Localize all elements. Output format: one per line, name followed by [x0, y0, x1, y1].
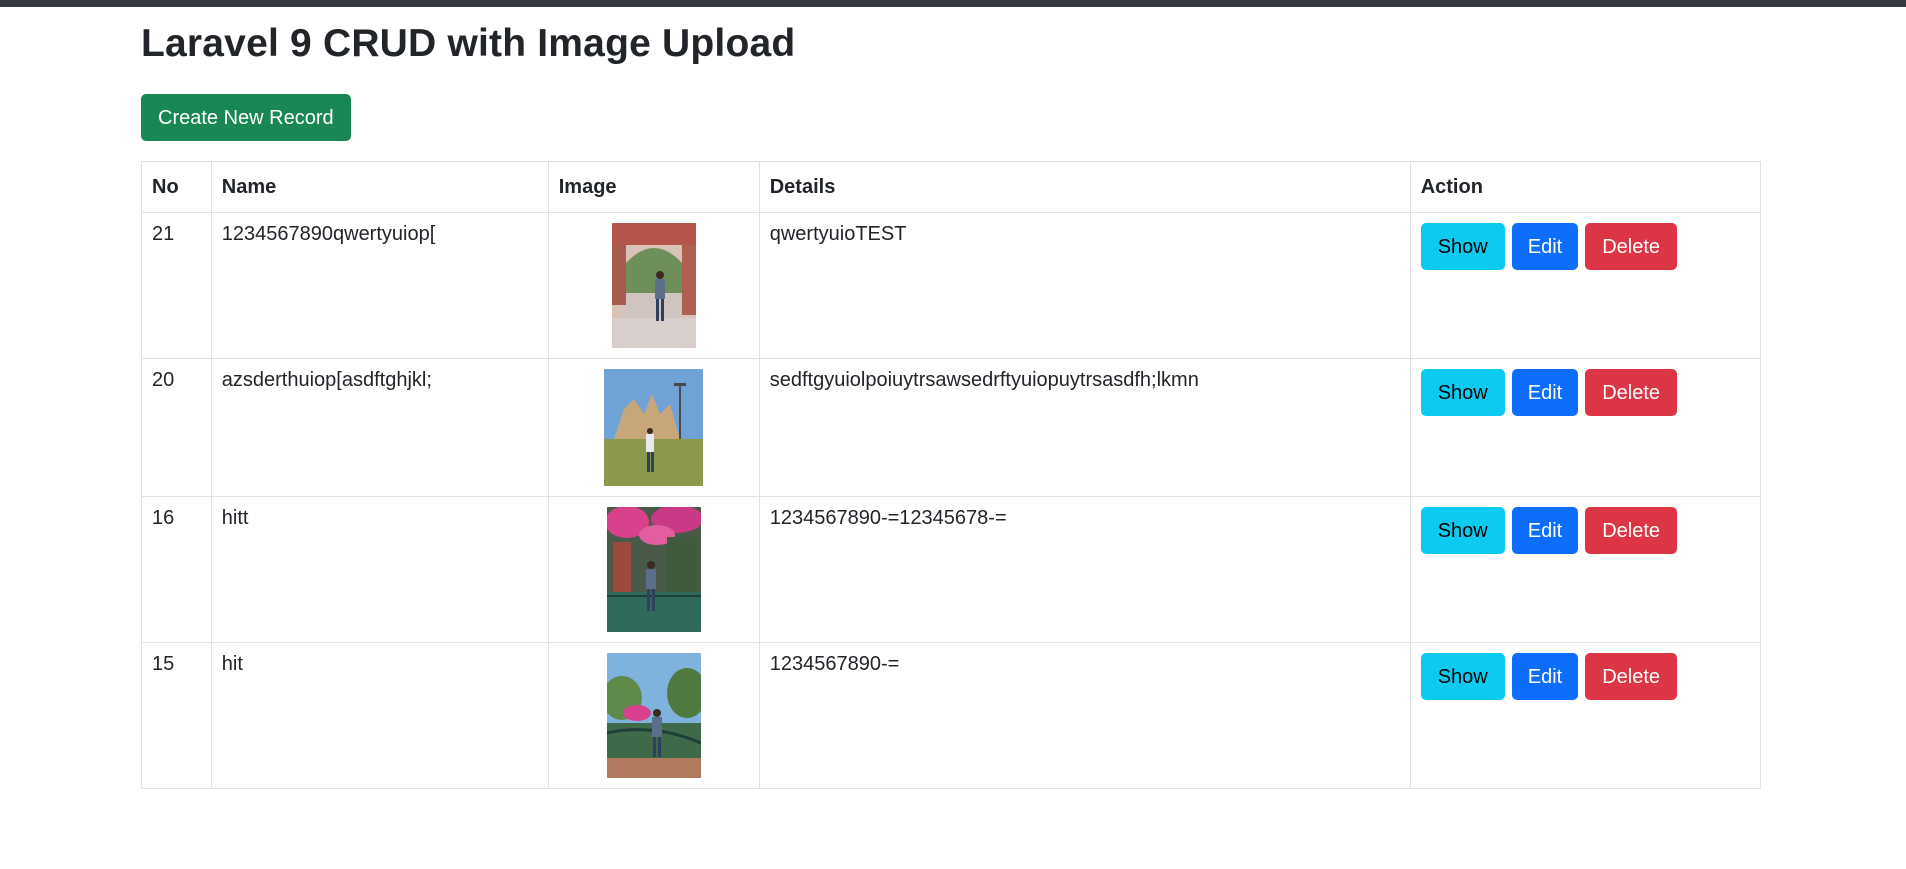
header-no: No	[141, 160, 212, 213]
cell-no: 16	[141, 495, 212, 643]
cell-details: sedftgyuiolpoiuytrsawsedrftyuiopuytrsasd…	[758, 357, 1411, 497]
show-button[interactable]: Show	[1420, 368, 1505, 416]
delete-button[interactable]: Delete	[1585, 652, 1678, 700]
record-image	[606, 652, 701, 778]
delete-button[interactable]: Delete	[1585, 222, 1678, 270]
show-button[interactable]: Show	[1420, 222, 1505, 270]
table-row: 15 hit 1234567890-= Show Edit Delete	[141, 641, 1762, 789]
header-name: Name	[210, 160, 549, 213]
show-button[interactable]: Show	[1420, 506, 1505, 554]
records-table: No Name Image Details Action 21 12345678…	[141, 160, 1762, 789]
cell-image	[547, 211, 760, 359]
cell-action: Show Edit Delete	[1409, 641, 1762, 789]
table-row: 16 hitt 1234567890-=12345678-= Show Edit…	[141, 495, 1762, 643]
header-details: Details	[758, 160, 1411, 213]
top-bar	[0, 0, 1906, 7]
create-new-record-button[interactable]: Create New Record	[141, 93, 351, 141]
cell-action: Show Edit Delete	[1409, 495, 1762, 643]
cell-image	[547, 357, 760, 497]
delete-button[interactable]: Delete	[1585, 506, 1678, 554]
cell-name: 1234567890qwertyuiop[	[210, 211, 549, 359]
main-container: Laravel 9 CRUD with Image Upload Create …	[141, 7, 1762, 789]
table-header-row: No Name Image Details Action	[141, 160, 1762, 213]
edit-button[interactable]: Edit	[1511, 506, 1579, 554]
edit-button[interactable]: Edit	[1511, 222, 1579, 270]
record-image	[604, 368, 704, 486]
table-row: 20 azsderthuiop[asdftghjkl; sedftgyuiolp…	[141, 357, 1762, 497]
record-image	[606, 506, 701, 632]
cell-no: 15	[141, 641, 212, 789]
cell-details: 1234567890-=	[758, 641, 1411, 789]
cell-details: 1234567890-=12345678-=	[758, 495, 1411, 643]
edit-button[interactable]: Edit	[1511, 368, 1579, 416]
cell-action: Show Edit Delete	[1409, 211, 1762, 359]
edit-button[interactable]: Edit	[1511, 652, 1579, 700]
cell-action: Show Edit Delete	[1409, 357, 1762, 497]
header-action: Action	[1409, 160, 1762, 213]
cell-details: qwertyuioTEST	[758, 211, 1411, 359]
header-image: Image	[547, 160, 760, 213]
delete-button[interactable]: Delete	[1585, 368, 1678, 416]
cell-no: 21	[141, 211, 212, 359]
show-button[interactable]: Show	[1420, 652, 1505, 700]
record-image	[611, 222, 696, 348]
page-title: Laravel 9 CRUD with Image Upload	[141, 22, 796, 65]
cell-image	[547, 641, 760, 789]
cell-name: hit	[210, 641, 549, 789]
cell-no: 20	[141, 357, 212, 497]
table-row: 21 1234567890qwertyuiop[qwertyuioTEST S…	[141, 211, 1762, 359]
cell-name: azsderthuiop[asdftghjkl;	[210, 357, 549, 497]
cell-name: hitt	[210, 495, 549, 643]
cell-image	[547, 495, 760, 643]
